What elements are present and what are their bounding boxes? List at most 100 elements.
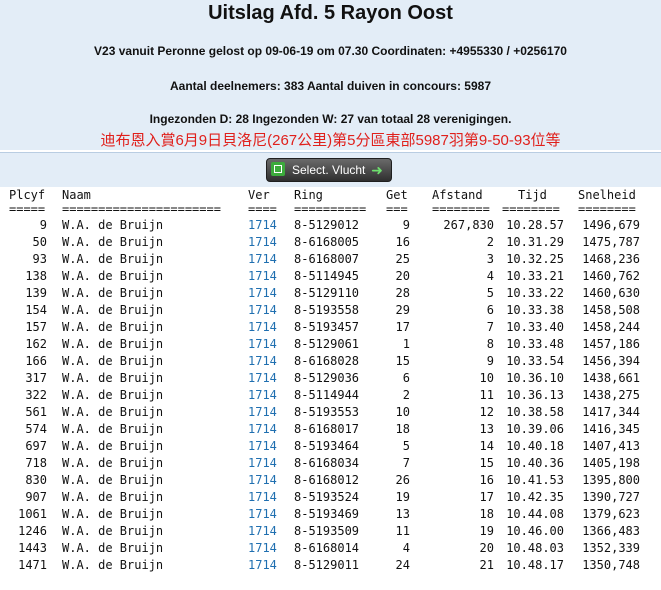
cell-afstand: 20 — [479, 541, 494, 555]
cell-ver-link[interactable]: 1714 — [248, 438, 277, 455]
cell-ring: 8-6168007 — [294, 252, 360, 266]
cell-afstand: 15 — [479, 456, 494, 470]
cell-snelheid: 1456,394 — [582, 354, 640, 368]
cell-tijd: 10.32.25 — [506, 252, 564, 266]
cell-get: 18 — [395, 422, 410, 436]
cell-afstand: 7 — [486, 320, 494, 334]
cell-ver-link[interactable]: 1714 — [248, 217, 277, 234]
cell-snelheid: 1407,413 — [582, 439, 640, 453]
header-plcyf: Plcyf — [9, 188, 46, 202]
cell-afstand: 6 — [486, 303, 494, 317]
table-body: 9 W.A. de Bruijn 1714 8-5129012 9 267,830 10.2… — [0, 217, 661, 574]
cell-afstand: 11 — [479, 388, 494, 402]
cell-naam: W.A. de Bruijn — [62, 524, 164, 538]
cell-snelheid: 1417,344 — [582, 405, 640, 419]
chinese-note: 迪布恩入賞6月9日貝洛尼(267公里)第5分區東部5987羽第9-50-93位等 — [100, 132, 561, 149]
table-row: 1061 W.A. de Bruijn 1714 8-5193469 13 18 10.44… — [0, 506, 661, 523]
cell-snelheid: 1390,727 — [582, 490, 640, 504]
cell-afstand: 19 — [479, 524, 494, 538]
cell-ver-link[interactable]: 1714 — [248, 251, 277, 268]
cell-naam: W.A. de Bruijn — [62, 235, 164, 249]
header-get: Get — [386, 188, 408, 202]
cell-ver-link[interactable]: 1714 — [248, 455, 277, 472]
cell-ver-link[interactable]: 1714 — [248, 489, 277, 506]
cell-ver-link[interactable]: 1714 — [248, 336, 277, 353]
cell-ver-link[interactable]: 1714 — [248, 472, 277, 489]
cell-tijd: 10.33.48 — [506, 337, 564, 351]
cell-get: 20 — [395, 269, 410, 283]
cell-tijd: 10.31.29 — [506, 235, 564, 249]
cell-ring: 8-5193524 — [294, 490, 360, 504]
separator-tijd: ======== — [502, 202, 560, 216]
release-info: V23 vanuit Peronne gelost op 09-06-19 om… — [94, 44, 567, 58]
separator-plcyf: ===== — [9, 202, 46, 216]
cell-get: 28 — [395, 286, 410, 300]
cell-ver-link[interactable]: 1714 — [248, 421, 277, 438]
cell-ver-link[interactable]: 1714 — [248, 387, 277, 404]
page-title: Uitslag Afd. 5 Rayon Oost — [208, 2, 453, 24]
cell-plcyf: 162 — [25, 337, 47, 351]
header-ver: Ver — [248, 188, 270, 202]
cell-ring: 8-5193553 — [294, 405, 360, 419]
cell-ver-link[interactable]: 1714 — [248, 234, 277, 251]
cell-plcyf: 1061 — [18, 507, 47, 521]
cell-get: 11 — [395, 524, 410, 538]
cell-tijd: 10.42.35 — [506, 490, 564, 504]
cell-ver-link[interactable]: 1714 — [248, 285, 277, 302]
participants-info: Aantal deelnemers: 383 Aantal duiven in … — [170, 79, 491, 93]
cell-naam: W.A. de Bruijn — [62, 541, 164, 555]
table-row: 697 W.A. de Bruijn 1714 8-5193464 5 14 10.40.1… — [0, 438, 661, 455]
cell-ring: 8-6168005 — [294, 235, 360, 249]
table-row: 718 W.A. de Bruijn 1714 8-6168034 7 15 10.40.3… — [0, 455, 661, 472]
cell-plcyf: 166 — [25, 354, 47, 368]
cell-naam: W.A. de Bruijn — [62, 218, 164, 232]
cell-tijd: 10.38.58 — [506, 405, 564, 419]
select-flight-button[interactable]: Select. Vlucht ➜ — [266, 158, 392, 182]
cell-snelheid: 1457,186 — [582, 337, 640, 351]
cell-ver-link[interactable]: 1714 — [248, 302, 277, 319]
cell-tijd: 10.33.54 — [506, 354, 564, 368]
cell-plcyf: 907 — [25, 490, 47, 504]
cell-get: 6 — [402, 371, 410, 385]
cell-get: 29 — [395, 303, 410, 317]
cell-tijd: 10.28.57 — [506, 218, 564, 232]
select-flight-label: Select. Vlucht — [292, 163, 366, 177]
cell-ver-link[interactable]: 1714 — [248, 540, 277, 557]
cell-ring: 8-6168034 — [294, 456, 360, 470]
cell-ver-link[interactable]: 1714 — [248, 506, 277, 523]
cell-ver-link[interactable]: 1714 — [248, 404, 277, 421]
cell-get: 7 — [402, 456, 410, 470]
cell-ver-link[interactable]: 1714 — [248, 557, 277, 574]
cell-naam: W.A. de Bruijn — [62, 269, 164, 283]
cell-snelheid: 1438,661 — [582, 371, 640, 385]
cell-snelheid: 1366,483 — [582, 524, 640, 538]
cell-ver-link[interactable]: 1714 — [248, 353, 277, 370]
cell-afstand: 18 — [479, 507, 494, 521]
cell-get: 24 — [395, 558, 410, 572]
cell-naam: W.A. de Bruijn — [62, 286, 164, 300]
cell-ver-link[interactable]: 1714 — [248, 319, 277, 336]
cell-naam: W.A. de Bruijn — [62, 371, 164, 385]
cell-ver-link[interactable]: 1714 — [248, 523, 277, 540]
cell-get: 25 — [395, 252, 410, 266]
flight-list-icon — [271, 162, 285, 176]
cell-plcyf: 561 — [25, 405, 47, 419]
cell-plcyf: 718 — [25, 456, 47, 470]
cell-snelheid: 1352,339 — [582, 541, 640, 555]
cell-plcyf: 93 — [32, 252, 47, 266]
cell-ring: 8-5193558 — [294, 303, 360, 317]
cell-plcyf: 830 — [25, 473, 47, 487]
cell-ring: 8-6168014 — [294, 541, 360, 555]
cell-ver-link[interactable]: 1714 — [248, 370, 277, 387]
separator-afstand: ======== — [432, 202, 490, 216]
cell-plcyf: 1246 — [18, 524, 47, 538]
cell-afstand: 267,830 — [443, 218, 494, 232]
cell-afstand: 8 — [486, 337, 494, 351]
cell-ver-link[interactable]: 1714 — [248, 268, 277, 285]
table-separator-row: ===== ====================== ==== ======… — [0, 203, 661, 217]
cell-tijd: 10.41.53 — [506, 473, 564, 487]
table-row: 157 W.A. de Bruijn 1714 8-5193457 17 7 10.33.4… — [0, 319, 661, 336]
cell-afstand: 10 — [479, 371, 494, 385]
cell-naam: W.A. de Bruijn — [62, 558, 164, 572]
table-row: 317 W.A. de Bruijn 1714 8-5129036 6 10 10.36.1… — [0, 370, 661, 387]
